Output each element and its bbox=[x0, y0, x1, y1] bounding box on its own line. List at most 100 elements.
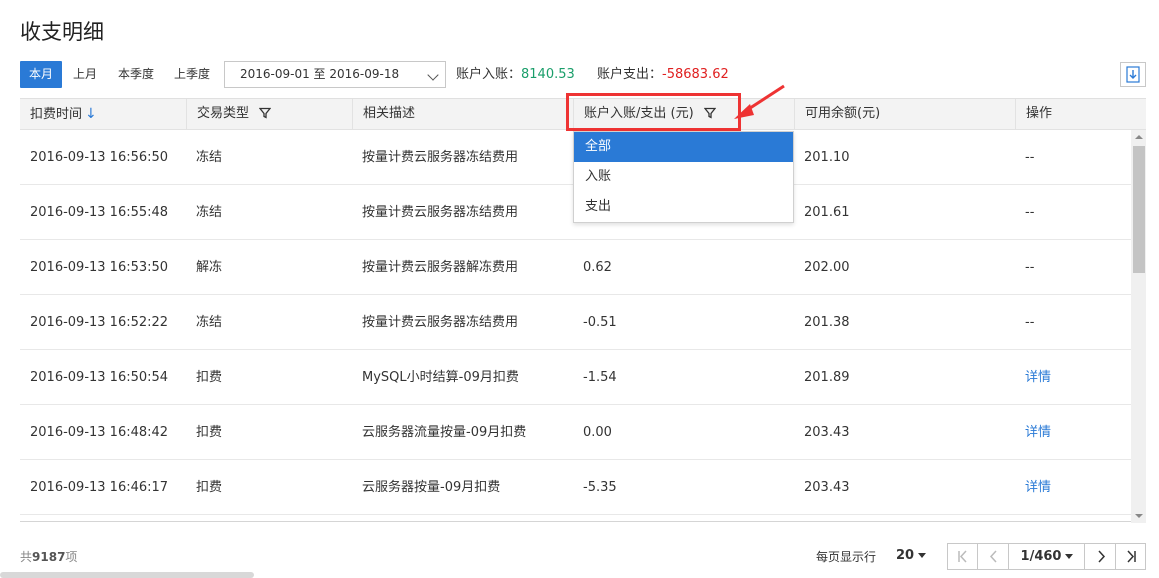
cell-amount: -1.54 bbox=[583, 370, 617, 385]
cell-amount: 0.62 bbox=[583, 260, 612, 275]
cell-desc: 云服务器流量按量-09月扣费 bbox=[362, 425, 527, 440]
page-size-select[interactable]: 20 bbox=[896, 548, 927, 563]
download-button[interactable] bbox=[1120, 62, 1146, 87]
page-title: 收支明细 bbox=[20, 20, 104, 44]
details-link[interactable]: 详情 bbox=[1025, 405, 1051, 460]
header-balance-label: 可用余额(元) bbox=[805, 106, 881, 121]
cell-type: 冻结 bbox=[196, 150, 223, 165]
expense-summary: 账户支出：-58683.62 bbox=[597, 61, 729, 88]
expense-value: -58683.62 bbox=[662, 67, 729, 82]
tab-last-month[interactable]: 上月 bbox=[64, 61, 106, 88]
page-size-value: 20 bbox=[896, 548, 915, 563]
horizontal-scrollbar[interactable] bbox=[0, 572, 254, 578]
first-page-icon bbox=[958, 550, 967, 563]
vertical-scrollbar[interactable] bbox=[1131, 130, 1146, 523]
header-action: 操作 bbox=[1015, 99, 1146, 129]
cell-desc: 云服务器按量-09月扣费 bbox=[362, 480, 501, 495]
header-desc: 相关描述 bbox=[352, 99, 573, 129]
cell-desc: 按量计费云服务器冻结费用 bbox=[362, 315, 519, 330]
cell-balance: 203.43 bbox=[804, 425, 850, 440]
last-page-button[interactable] bbox=[1116, 544, 1146, 569]
page-size-label: 每页显示行 bbox=[816, 550, 877, 564]
scroll-down-icon[interactable] bbox=[1135, 514, 1143, 518]
filter-option-expense[interactable]: 支出 bbox=[574, 192, 793, 222]
total-suffix: 项 bbox=[65, 550, 78, 564]
header-time[interactable]: 扣费时间 ↓ bbox=[20, 99, 186, 129]
table-row: 2016-09-13 16:48:42 扣费 云服务器流量按量-09月扣费 0.00 2… bbox=[20, 405, 1131, 460]
download-icon bbox=[1126, 66, 1140, 83]
cell-balance: 203.43 bbox=[804, 480, 850, 495]
annotation-arrow-icon bbox=[734, 84, 785, 119]
scroll-thumb[interactable] bbox=[1133, 146, 1145, 273]
cell-action: -- bbox=[1025, 315, 1035, 330]
income-summary: 账户入账：8140.53 bbox=[456, 61, 575, 88]
filter-icon[interactable] bbox=[259, 107, 272, 119]
page-indicator-select[interactable]: 1/460 bbox=[1010, 544, 1085, 569]
cell-type: 扣费 bbox=[196, 480, 223, 495]
next-page-button[interactable] bbox=[1086, 544, 1116, 569]
total-prefix: 共 bbox=[20, 550, 33, 564]
details-link[interactable]: 详情 bbox=[1025, 350, 1051, 405]
header-balance: 可用余额(元) bbox=[794, 99, 1015, 129]
page-indicator: 1/460 bbox=[1020, 549, 1062, 564]
cell-time: 2016-09-13 16:56:50 bbox=[30, 150, 169, 165]
last-page-icon bbox=[1127, 550, 1136, 563]
cell-time: 2016-09-13 16:46:17 bbox=[30, 480, 169, 495]
cell-time: 2016-09-13 16:48:42 bbox=[30, 425, 169, 440]
cell-desc: 按量计费云服务器解冻费用 bbox=[362, 260, 519, 275]
cell-balance: 201.89 bbox=[804, 370, 850, 385]
sort-down-icon[interactable]: ↓ bbox=[85, 106, 97, 122]
cell-action: -- bbox=[1025, 260, 1035, 275]
tab-this-quarter[interactable]: 本季度 bbox=[109, 61, 163, 88]
cell-time: 2016-09-13 16:50:54 bbox=[30, 370, 169, 385]
cell-time: 2016-09-13 16:55:48 bbox=[30, 205, 169, 220]
header-desc-label: 相关描述 bbox=[363, 106, 416, 121]
first-page-button[interactable] bbox=[948, 544, 978, 569]
table-row: 2016-09-13 16:50:54 扣费 MySQL小时结算-09月扣费 -1.5… bbox=[20, 350, 1131, 405]
annotation-highlight-box bbox=[566, 93, 741, 131]
cell-time: 2016-09-13 16:53:50 bbox=[30, 260, 169, 275]
cell-type: 冻结 bbox=[196, 205, 223, 220]
filter-option-all[interactable]: 全部 bbox=[574, 132, 793, 162]
cell-action: -- bbox=[1025, 205, 1035, 220]
cell-balance: 201.10 bbox=[804, 150, 850, 165]
date-range-value: 2016-09-01 至 2016-09-18 bbox=[240, 67, 400, 81]
header-time-label: 扣费时间 bbox=[30, 107, 83, 122]
total-count-value: 9187 bbox=[32, 550, 66, 564]
cell-type: 扣费 bbox=[196, 370, 223, 385]
amount-filter-dropdown: 全部 入账 支出 bbox=[573, 131, 794, 223]
date-range-select[interactable]: 2016-09-01 至 2016-09-18 bbox=[224, 61, 446, 88]
prev-page-button[interactable] bbox=[979, 544, 1009, 569]
income-value: 8140.53 bbox=[521, 67, 575, 82]
cell-type: 扣费 bbox=[196, 425, 223, 440]
table-row: 2016-09-13 16:46:17 扣费 云服务器按量-09月扣费 -5.35 20… bbox=[20, 460, 1131, 515]
tab-this-month[interactable]: 本月 bbox=[20, 61, 63, 88]
tab-last-quarter[interactable]: 上季度 bbox=[165, 61, 219, 88]
cell-balance: 201.38 bbox=[804, 315, 850, 330]
total-count: 共9187项 bbox=[20, 548, 77, 565]
cell-amount: -5.35 bbox=[583, 480, 617, 495]
chevron-down-icon bbox=[427, 69, 439, 81]
table-row: 2016-09-13 16:52:22 冻结 按量计费云服务器冻结费用 -0.51 20… bbox=[20, 295, 1131, 350]
chevron-left-icon bbox=[989, 550, 997, 563]
header-action-label: 操作 bbox=[1026, 106, 1053, 121]
cell-desc: 按量计费云服务器冻结费用 bbox=[362, 150, 519, 165]
cell-desc: MySQL小时结算-09月扣费 bbox=[362, 370, 519, 385]
cell-time: 2016-09-13 16:52:22 bbox=[30, 315, 169, 330]
cell-amount: 0.00 bbox=[583, 425, 612, 440]
filter-option-income[interactable]: 入账 bbox=[574, 162, 793, 192]
caret-down-icon bbox=[1065, 554, 1074, 559]
income-label: 账户入账： bbox=[456, 67, 522, 82]
caret-down-icon bbox=[918, 553, 927, 558]
cell-action: -- bbox=[1025, 150, 1035, 165]
scroll-up-icon[interactable] bbox=[1135, 135, 1143, 139]
cell-type: 冻结 bbox=[196, 315, 223, 330]
cell-balance: 201.61 bbox=[804, 205, 850, 220]
header-type: 交易类型 bbox=[186, 99, 352, 129]
details-link[interactable]: 详情 bbox=[1025, 460, 1051, 515]
expense-label: 账户支出： bbox=[597, 67, 663, 82]
cell-desc: 按量计费云服务器冻结费用 bbox=[362, 205, 519, 220]
cell-balance: 202.00 bbox=[804, 260, 850, 275]
header-type-label: 交易类型 bbox=[197, 106, 250, 121]
pagination: 1/460 bbox=[947, 543, 1146, 570]
